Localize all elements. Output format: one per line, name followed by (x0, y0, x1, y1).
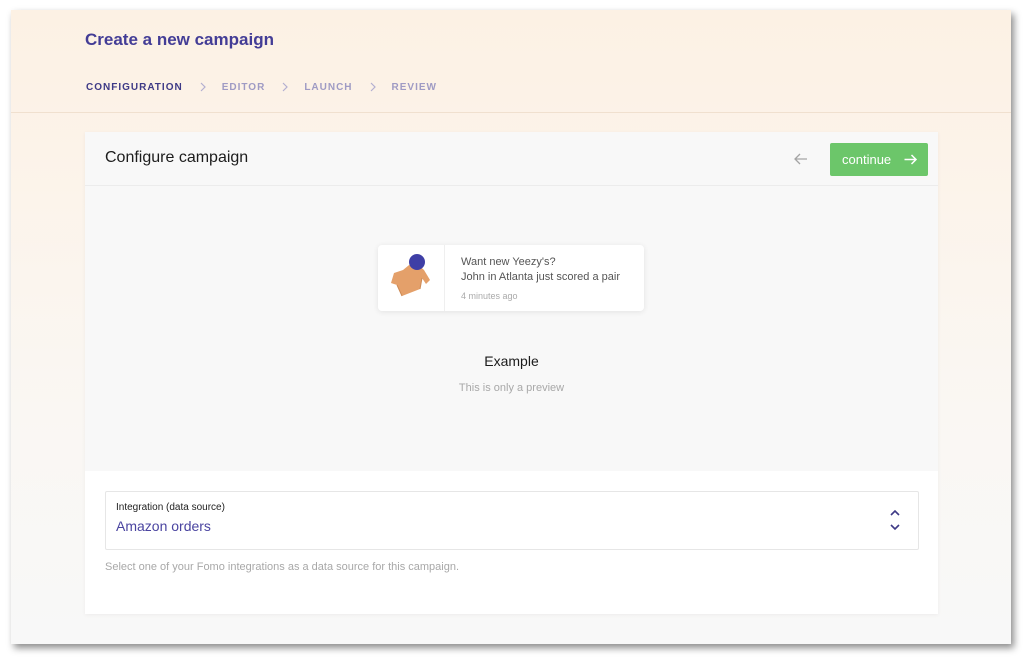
step-configuration[interactable]: CONFIGURATION (86, 82, 183, 93)
header-divider (11, 112, 1011, 113)
preview-title: Example (484, 353, 539, 369)
chevron-right-icon (282, 82, 289, 92)
integration-label: Integration (data source) (116, 502, 225, 513)
card-header: Configure campaign continue (85, 132, 938, 186)
step-breadcrumb: CONFIGURATION EDITOR LAUNCH REVIEW (86, 80, 437, 94)
integration-helper-text: Select one of your Fomo integrations as … (105, 561, 460, 573)
continue-label: continue (842, 152, 892, 167)
sweater-icon (391, 254, 430, 297)
preview-area: Want new Yeezy's? John in Atlanta just s… (85, 186, 938, 471)
configure-card: Configure campaign continue Want new Yee… (85, 132, 938, 614)
chevron-up-down-icon (890, 509, 900, 531)
app-window: Create a new campaign CONFIGURATION EDIT… (11, 10, 1011, 644)
arrow-right-icon (904, 154, 918, 165)
chevron-right-icon (370, 82, 376, 92)
integration-value: Amazon orders (116, 518, 211, 534)
card-title: Configure campaign (105, 149, 249, 166)
step-review[interactable]: REVIEW (392, 82, 437, 93)
step-launch[interactable]: LAUNCH (304, 82, 352, 93)
chevron-right-icon (200, 82, 206, 92)
integration-select[interactable]: Integration (data source) Amazon orders (105, 491, 919, 550)
arrow-left-icon[interactable] (791, 149, 811, 169)
continue-button[interactable]: continue (830, 143, 928, 176)
step-editor[interactable]: EDITOR (222, 82, 266, 93)
page-title: Create a new campaign (85, 30, 274, 49)
notification-time: 4 minutes ago (461, 291, 518, 301)
notification-headline: Want new Yeezy's? (461, 256, 556, 268)
notification-preview: Want new Yeezy's? John in Atlanta just s… (378, 245, 644, 311)
preview-subtitle: This is only a preview (458, 382, 565, 394)
notification-image (378, 245, 445, 311)
notification-message: John in Atlanta just scored a pair (461, 271, 620, 283)
